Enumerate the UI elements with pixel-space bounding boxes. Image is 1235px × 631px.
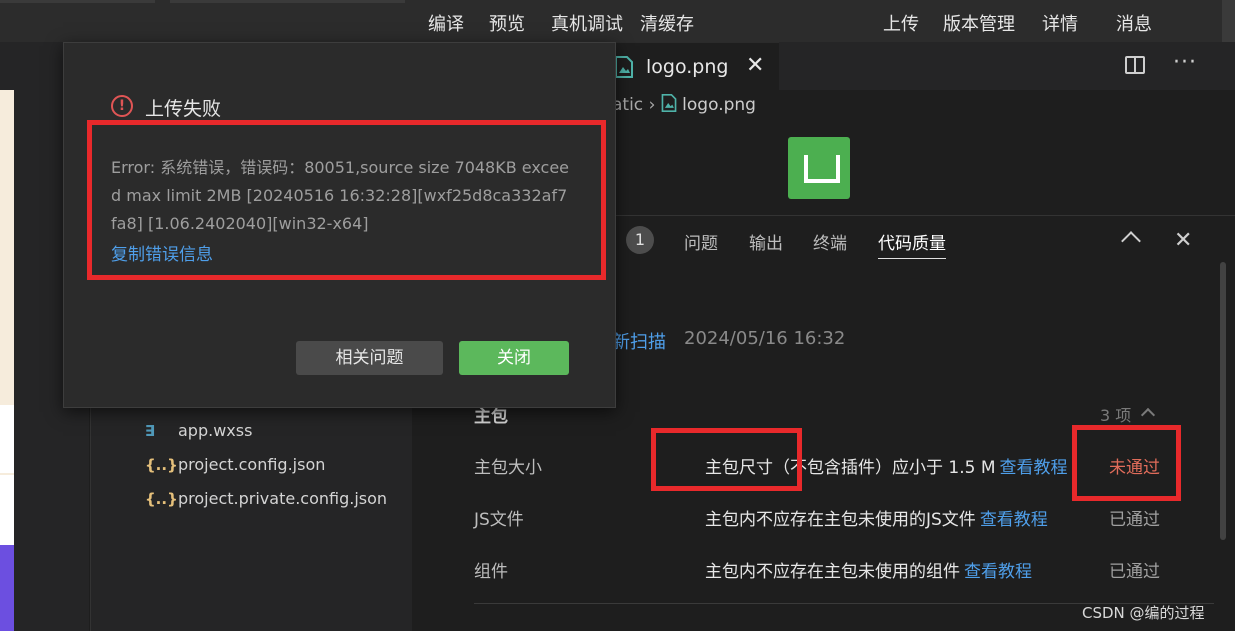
tab-terminal[interactable]: 终端 bbox=[813, 229, 847, 254]
css-file-icon: ∃ bbox=[145, 422, 156, 440]
simulator-edge bbox=[0, 90, 14, 631]
chevron-right-icon: › bbox=[648, 95, 661, 115]
upload-button[interactable]: 上传 bbox=[883, 10, 919, 36]
rescan-link[interactable]: 新扫描 bbox=[612, 328, 666, 354]
split-editor-icon[interactable] bbox=[1125, 56, 1145, 74]
messages-button[interactable]: 消息 bbox=[1116, 10, 1152, 36]
check-description: 主包内不应存在主包未使用的JS文件 查看教程 bbox=[705, 505, 1048, 530]
simulator-block bbox=[0, 405, 14, 473]
annotation-box-fail-status bbox=[1072, 425, 1181, 501]
breadcrumb-folder[interactable]: atic bbox=[612, 95, 643, 115]
tab-problems[interactable]: 问题 bbox=[684, 229, 718, 254]
check-status-pass: 已通过 bbox=[1109, 562, 1160, 582]
check-description-text: 主包内不应存在主包未使用的组件 bbox=[705, 562, 960, 582]
version-management-button[interactable]: 版本管理 bbox=[943, 10, 1015, 36]
related-issues-button[interactable]: 相关问题 bbox=[296, 341, 443, 375]
logo-image-preview bbox=[788, 137, 850, 199]
check-description-text: 主包内不应存在主包未使用的JS文件 bbox=[705, 510, 976, 530]
check-name: JS文件 bbox=[474, 510, 524, 530]
toolbar-right-edge bbox=[1222, 0, 1235, 42]
watermark: CSDN @编的过程 bbox=[1082, 604, 1205, 622]
simulator-block bbox=[0, 545, 14, 631]
image-file-icon bbox=[661, 94, 677, 112]
tutorial-link[interactable]: 查看教程 bbox=[964, 562, 1032, 582]
problem-count-badge: 1 bbox=[626, 226, 654, 254]
tab-output[interactable]: 输出 bbox=[749, 229, 783, 254]
simulator-block bbox=[0, 475, 14, 545]
file-name: project.config.json bbox=[178, 455, 326, 474]
check-status-pass: 已通过 bbox=[1109, 510, 1160, 530]
scan-timestamp: 2024/05/16 16:32 bbox=[684, 328, 846, 349]
check-description: 主包内不应存在主包未使用的组件 查看教程 bbox=[705, 557, 1032, 582]
check-name: 组件 bbox=[474, 562, 508, 582]
tab-logo-png[interactable]: logo.png ✕ bbox=[603, 42, 779, 90]
file-item-project-config-json[interactable]: {..}project.config.json bbox=[145, 455, 325, 474]
annotation-box-size-rule bbox=[651, 428, 802, 491]
close-button[interactable]: 关闭 bbox=[459, 341, 569, 375]
tutorial-link[interactable]: 查看教程 bbox=[980, 510, 1048, 530]
image-file-icon bbox=[615, 56, 633, 78]
details-button[interactable]: 详情 bbox=[1042, 10, 1078, 36]
check-name: 主包大小 bbox=[474, 458, 542, 478]
file-item-project-private-config-json[interactable]: {..}project.private.config.json bbox=[145, 489, 387, 508]
panel-scrollbar[interactable] bbox=[1220, 262, 1226, 540]
json-file-icon: {..} bbox=[145, 456, 178, 474]
toolbar-left-segment bbox=[0, 0, 155, 3]
real-device-debug-button[interactable]: 真机调试 bbox=[551, 10, 623, 36]
dialog-title: 上传失败 bbox=[145, 98, 222, 120]
upload-failed-dialog: ! 上传失败 Error: 系统错误，错误码：80051,source size… bbox=[63, 42, 616, 408]
json-file-icon: {..} bbox=[145, 490, 178, 508]
error-icon: ! bbox=[111, 95, 133, 117]
breadcrumb: atic › logo.png bbox=[612, 94, 756, 115]
top-toolbar: 编译 预览 真机调试 清缓存 上传 版本管理 详情 消息 bbox=[0, 0, 1235, 42]
close-icon[interactable]: ✕ bbox=[746, 53, 764, 78]
close-panel-icon[interactable]: ✕ bbox=[1174, 228, 1192, 253]
file-name: app.wxss bbox=[178, 421, 253, 440]
file-item-app-wxss[interactable]: ∃ app.wxss bbox=[145, 421, 252, 440]
breadcrumb-file[interactable]: logo.png bbox=[682, 95, 756, 115]
tab-label: logo.png bbox=[646, 56, 729, 78]
file-name: project.private.config.json bbox=[178, 489, 388, 508]
annotation-box-error bbox=[87, 120, 606, 280]
compile-button[interactable]: 编译 bbox=[428, 10, 464, 36]
more-icon[interactable]: ··· bbox=[1173, 50, 1197, 75]
main-package-count[interactable]: 3 项 bbox=[1100, 402, 1131, 426]
preview-button[interactable]: 预览 bbox=[489, 10, 525, 36]
active-tab-indicator bbox=[878, 258, 946, 259]
tutorial-link[interactable]: 查看教程 bbox=[1000, 458, 1068, 478]
clear-cache-button[interactable]: 清缓存 bbox=[640, 10, 694, 36]
toolbar-left-segment-2 bbox=[170, 0, 405, 3]
tab-code-quality[interactable]: 代码质量 bbox=[878, 229, 946, 254]
